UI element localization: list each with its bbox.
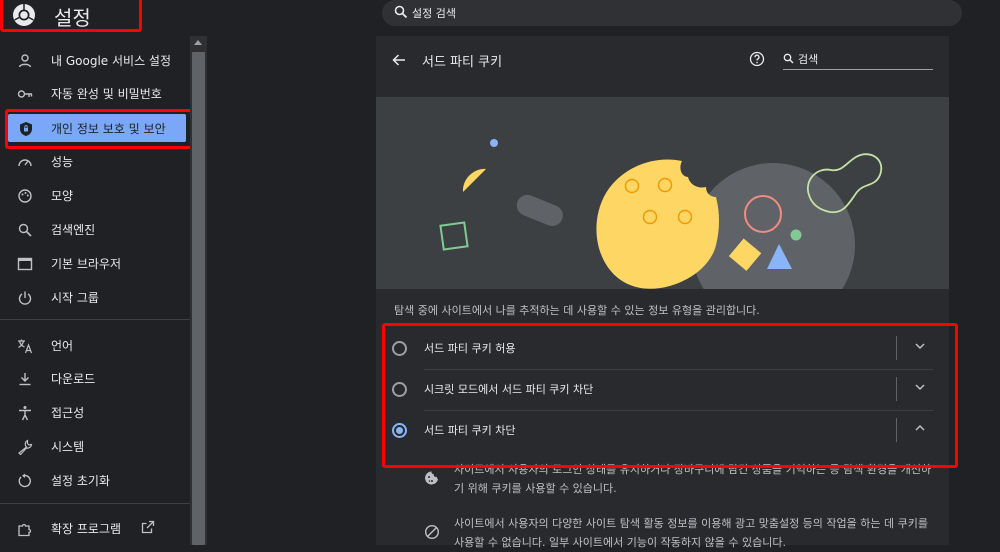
search-input[interactable]: 설정 검색 [412,5,456,21]
cookie-illustration-graphic [439,139,883,289]
sidebar-item-reset-settings[interactable]: 설정 초기화 [0,466,190,494]
search-icon [394,5,408,19]
sidebar-item-appearance[interactable]: 모양 [0,181,190,209]
sidebar-item-on-startup[interactable]: 시작 그룹 [0,283,190,311]
page-search-input[interactable]: 검색 [798,51,818,67]
sidebar-item-languages[interactable]: 언어 [0,331,190,359]
scroll-thumb[interactable] [192,52,205,545]
sidebar-item-label: 시스템 [51,440,85,454]
sidebar-item-label: 다운로드 [51,372,96,386]
sidebar-scrollbar[interactable] [190,36,207,545]
cookie-illustration [376,97,949,289]
power-icon [18,291,32,305]
page-description: 탐색 중에 사이트에서 나를 추적하는 데 사용할 수 있는 정보 유형을 관리… [394,304,760,317]
sidebar-item-label: 검색엔진 [51,223,96,237]
title-highlight-box [0,0,142,32]
sidebar-item-autofill[interactable]: 자동 완성 및 비밀번호 [0,79,190,107]
person-icon [18,54,32,68]
top-bar: 설정 설정 검색 [0,0,1000,34]
speedometer-icon [18,159,32,167]
card-header: 서드 파티 쿠키 검색 [376,36,949,96]
sidebar-item-label: 내 Google 서비스 설정 [51,54,172,68]
scroll-up-arrow-icon[interactable] [194,40,202,45]
sidebar-item-label: 언어 [51,339,74,353]
sidebar-item-label: 확장 프로그램 [51,522,122,536]
sidebar-item-google-services[interactable]: 내 Google 서비스 설정 [0,46,190,74]
sidebar-divider [0,319,190,320]
search-icon [18,223,32,237]
page-search[interactable]: 검색 [783,51,933,70]
settings-search[interactable]: 설정 검색 [382,0,962,26]
sidebar-item-label: 기본 브라우저 [51,257,122,271]
sidebar-item-label: 설정 초기화 [51,474,111,488]
help-icon[interactable] [749,51,765,67]
sidebar-item-label: 자동 완성 및 비밀번호 [51,87,162,101]
sidebar-item-search-engine[interactable]: 검색엔진 [0,215,190,243]
sidebar-item-accessibility[interactable]: 접근성 [0,398,190,426]
sidebar-item-label: 시작 그룹 [51,291,99,305]
cookie-icon [425,471,438,485]
browser-window-icon [17,257,33,271]
third-party-cookies-card: 서드 파티 쿠키 검색 탐색 중에 사이트에서 나를 추적하는 데 사용할 수 … [376,36,949,549]
sidebar-item-label: 모양 [51,189,74,203]
sidebar-item-performance[interactable]: 성능 [0,147,190,175]
back-arrow-icon[interactable] [392,53,406,67]
translate-icon [18,339,33,354]
palette-icon [18,189,32,203]
wrench-icon [18,439,33,455]
sidebar-item-downloads[interactable]: 다운로드 [0,364,190,392]
sidebar-item-label: 성능 [51,155,74,169]
key-icon [17,90,33,98]
options-highlight-box [382,323,958,468]
puzzle-icon [18,523,32,537]
sidebar-item-label: 접근성 [51,406,85,420]
sidebar-item-extensions[interactable]: 확장 프로그램 [0,514,190,542]
privacy-item-highlight-box [5,109,194,149]
page-title: 서드 파티 쿠키 [422,55,503,70]
sidebar-divider [0,503,190,504]
accessibility-icon [19,406,31,421]
search-icon [783,53,794,64]
sidebar-item-system[interactable]: 시스템 [0,432,190,460]
open-external-icon [141,520,155,534]
download-icon [19,373,31,386]
reset-icon [18,473,31,488]
detail-text: 사이트에서 사용자의 다양한 사이트 탐색 활동 정보를 이용해 광고 맞춤설정… [454,517,928,549]
sidebar-item-default-browser[interactable]: 기본 브라우저 [0,249,190,277]
sidebar: 내 Google 서비스 설정 자동 완성 및 비밀번호 개인 정보 보호 및 … [0,36,194,545]
block-icon [424,524,440,540]
